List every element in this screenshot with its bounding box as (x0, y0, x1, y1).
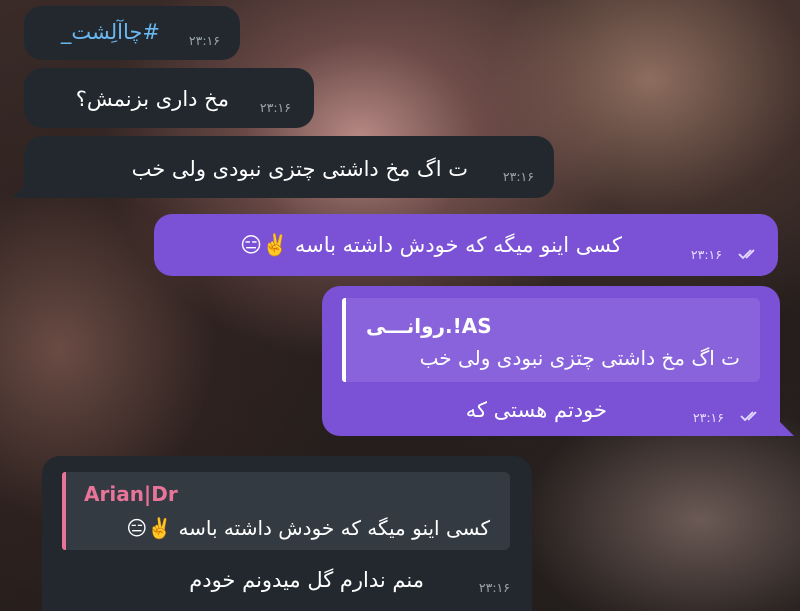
hashtag-link[interactable]: #چاآلِشت_ (61, 20, 160, 44)
message-bubble[interactable]: ت اگ مخ داشتی چتزی نبودی ولی خب ۲۳:۱۶ (24, 136, 554, 198)
message-time: ۲۳:۱۶ (259, 100, 291, 115)
message-text: خودتم هستی که (465, 398, 607, 422)
bubble-tail (12, 182, 28, 198)
reply-quote[interactable]: Arian|Dr کسی اینو میگه که خودش داشته باس… (62, 472, 510, 550)
reply-accent-bar (342, 298, 346, 382)
reply-text: کسی اینو میگه که خودش داشته باسه ✌️😑 (126, 516, 490, 540)
message-text: کسی اینو میگه که خودش داشته باسه ✌️😑 (240, 233, 622, 257)
reply-sender-name: AS!.روانـــی (366, 314, 492, 338)
message-bubble[interactable]: کسی اینو میگه که خودش داشته باسه ✌️😑 ۲۳:… (154, 214, 778, 276)
reply-text: ت اگ مخ داشتی چتزی نبودی ولی خب (419, 346, 740, 370)
reply-quote[interactable]: AS!.روانـــی ت اگ مخ داشتی چتزی نبودی ول… (342, 298, 760, 382)
double-check-icon (740, 411, 757, 422)
reply-sender-name: Arian|Dr (84, 482, 178, 506)
bubble-tail (778, 420, 794, 436)
message-bubble[interactable]: #چاآلِشت_ ۲۳:۱۶ (24, 6, 240, 60)
reply-accent-bar (62, 472, 66, 550)
message-text: مخ داری بزنمش؟ (75, 87, 229, 111)
message-text: منم ندارم گل میدونم خودم (189, 568, 424, 592)
message-bubble[interactable]: AS!.روانـــی ت اگ مخ داشتی چتزی نبودی ول… (322, 286, 780, 436)
message-time: ۲۳:۱۶ (692, 410, 724, 425)
message-time: ۲۳:۱۶ (478, 580, 510, 595)
double-check-icon (738, 249, 755, 260)
message-text: ت اگ مخ داشتی چتزی نبودی ولی خب (131, 157, 468, 181)
message-bubble[interactable]: Arian|Dr کسی اینو میگه که خودش داشته باس… (42, 456, 532, 611)
message-time: ۲۳:۱۶ (502, 169, 534, 184)
message-time: ۲۳:۱۶ (188, 33, 220, 48)
message-bubble[interactable]: مخ داری بزنمش؟ ۲۳:۱۶ (24, 68, 314, 128)
message-time: ۲۳:۱۶ (690, 247, 722, 262)
